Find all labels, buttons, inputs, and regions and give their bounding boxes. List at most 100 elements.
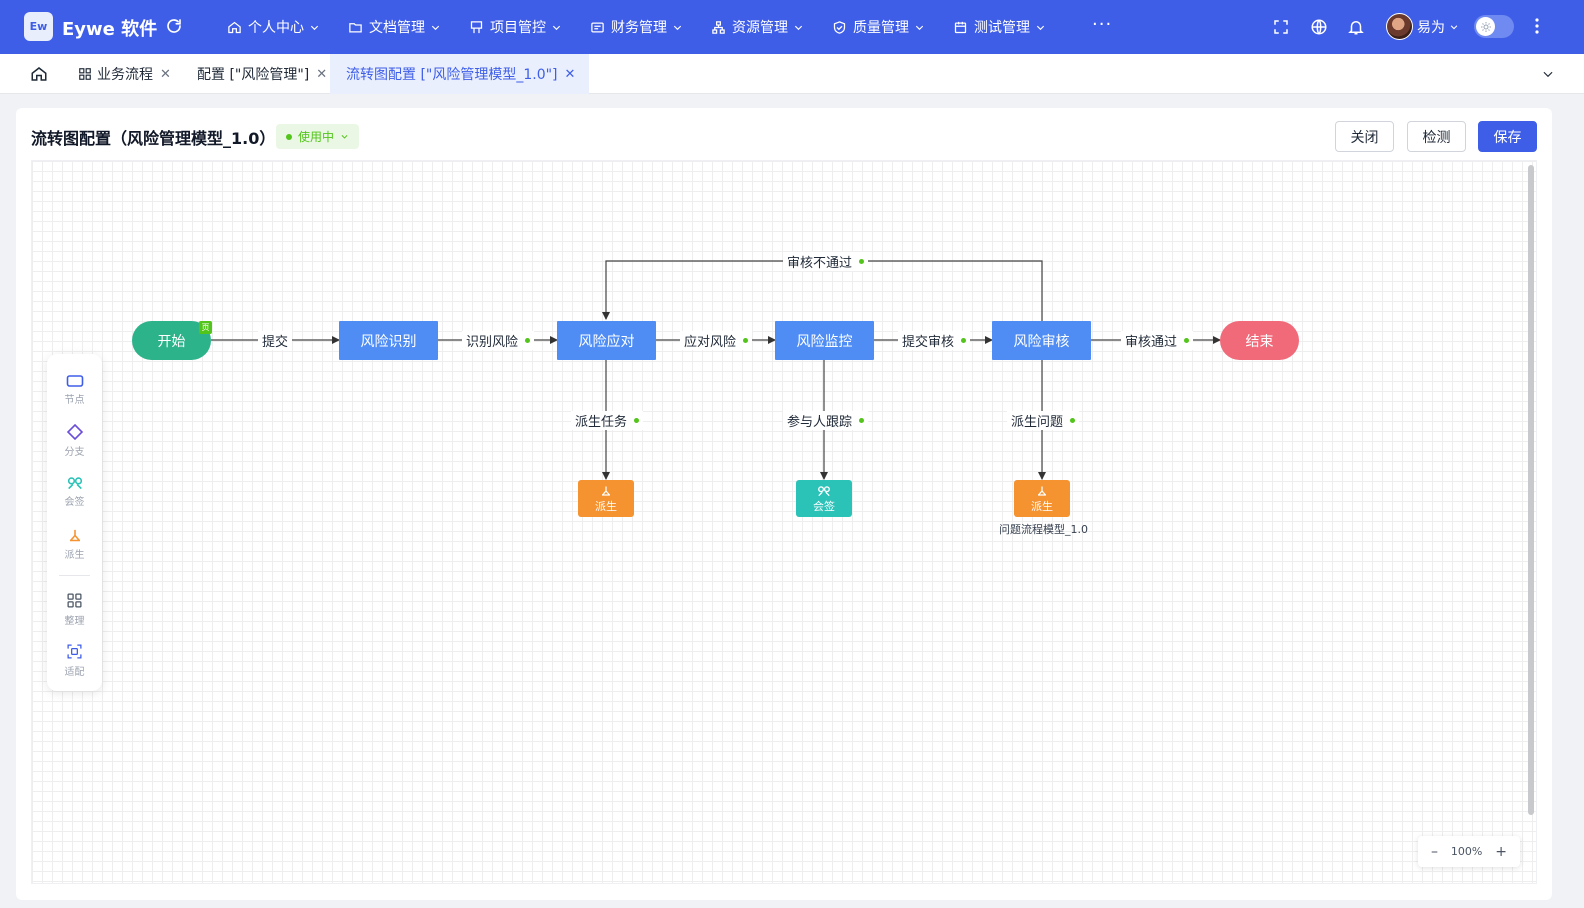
palette-fit[interactable]: 适配 <box>47 643 102 685</box>
node-rect-icon <box>66 375 83 387</box>
menu-label: 财务管理 <box>611 20 667 36</box>
more-menu-button[interactable]: ··· <box>1092 14 1112 35</box>
derive-icon <box>69 529 80 542</box>
menu-finance[interactable]: 财务管理 <box>590 0 683 54</box>
zoom-in-button[interactable]: + <box>1495 844 1507 860</box>
flow-node-countersign[interactable]: 会签 <box>796 480 852 517</box>
edge-label[interactable]: 应对风险 <box>680 331 753 350</box>
tab-risk-config[interactable]: 配置 ["风险管理"] ✕ <box>189 54 335 94</box>
diamond-icon <box>66 424 83 440</box>
countersign-icon <box>67 477 82 490</box>
close-icon[interactable]: ✕ <box>160 67 171 82</box>
app-logo[interactable]: Ew <box>24 12 53 41</box>
edge-label[interactable]: 审核通过 <box>1121 331 1194 350</box>
chevron-down-icon <box>1451 25 1458 30</box>
page-title: 流转图配置（风险管理模型_1.0） <box>31 129 276 148</box>
edge-label-text: 参与人跟踪 <box>787 415 853 430</box>
close-icon[interactable]: ✕ <box>565 67 576 82</box>
status-dot <box>286 133 292 140</box>
status-dot <box>859 259 865 264</box>
kebab-menu-icon[interactable] <box>1532 17 1542 35</box>
palette-arrange[interactable]: 整理 <box>47 592 102 634</box>
edge-label[interactable]: 派生任务 <box>571 411 644 430</box>
fit-view-icon <box>67 644 82 659</box>
fullscreen-icon[interactable] <box>1272 18 1290 36</box>
menu-quality[interactable]: 质量管理 <box>832 0 925 54</box>
menu-project[interactable]: 项目管控 <box>469 0 562 54</box>
edge-label[interactable]: 参与人跟踪 <box>783 411 869 430</box>
menu-label: 项目管控 <box>490 20 546 36</box>
close-icon[interactable]: ✕ <box>316 67 327 82</box>
save-button[interactable]: 保存 <box>1478 121 1537 152</box>
derive-icon <box>600 483 612 498</box>
node-label: 风险审核 <box>1013 333 1070 350</box>
flow-node-risk-identify[interactable]: 风险识别 <box>339 321 438 360</box>
user-name: 易为 <box>1417 20 1445 36</box>
flow-canvas[interactable]: 开始 页 风险识别 风险应对 风险监控 风险审核 结束 提交 识别风险 应对风险… <box>31 160 1537 884</box>
zoom-control: – 100% + <box>1418 836 1520 867</box>
menu-document[interactable]: 文档管理 <box>348 0 441 54</box>
theme-toggle[interactable] <box>1474 15 1514 38</box>
chevron-down-icon <box>915 25 924 30</box>
status-badge[interactable]: 使用中 <box>276 124 360 149</box>
status-dot <box>743 338 749 343</box>
chevron-down-icon[interactable] <box>1541 67 1555 81</box>
home-tab-icon[interactable] <box>30 65 48 83</box>
tab-business-process[interactable]: 业务流程 ✕ <box>70 54 179 94</box>
top-navbar: Ew Eywe 软件 个人中心 文档管理 项目管控 财务管理 资源管理 质量管理… <box>0 0 1584 54</box>
calendar-icon <box>954 21 967 33</box>
flow-node-start[interactable]: 开始 页 <box>132 321 212 360</box>
chevron-down-icon <box>341 135 348 139</box>
edge-label[interactable]: 审核不通过 <box>783 252 869 271</box>
edge-label-text: 提交审核 <box>902 335 955 350</box>
tab-label: 业务流程 <box>97 67 153 83</box>
status-text: 使用中 <box>298 130 335 144</box>
menu-label: 个人中心 <box>248 20 304 36</box>
node-label: 会签 <box>813 500 835 513</box>
node-label: 风险识别 <box>360 333 417 350</box>
chevron-down-icon <box>1036 25 1045 30</box>
palette-node[interactable]: 节点 <box>47 374 102 416</box>
edge-label[interactable]: 派生问题 <box>1007 411 1080 430</box>
refresh-icon[interactable] <box>165 17 183 35</box>
menu-testing[interactable]: 测试管理 <box>953 0 1046 54</box>
palette-countersign[interactable]: 会签 <box>47 476 102 518</box>
flow-node-derive-issue[interactable]: 派生 <box>1014 480 1070 517</box>
status-dot <box>634 418 640 423</box>
palette-branch[interactable]: 分支 <box>47 424 102 466</box>
edge-label[interactable]: 提交审核 <box>898 331 971 350</box>
palette-label: 派生 <box>64 550 85 561</box>
close-button[interactable]: 关闭 <box>1335 121 1394 152</box>
palette-derive[interactable]: 派生 <box>47 528 102 570</box>
flow-node-end[interactable]: 结束 <box>1220 321 1299 360</box>
palette-label: 整理 <box>64 616 85 627</box>
palette-divider <box>59 575 90 576</box>
menu-resource[interactable]: 资源管理 <box>711 0 804 54</box>
page-tag: 页 <box>199 321 212 334</box>
bell-icon[interactable] <box>1347 18 1365 36</box>
edge-label[interactable]: 提交 <box>258 331 293 350</box>
check-button[interactable]: 检测 <box>1407 121 1466 152</box>
flow-node-risk-review[interactable]: 风险审核 <box>992 321 1091 360</box>
derive-target-caption: 问题流程模型_1.0 <box>999 523 1088 536</box>
node-label: 结束 <box>1245 333 1274 350</box>
edge-label[interactable]: 识别风险 <box>462 331 535 350</box>
globe-icon[interactable] <box>1310 18 1328 36</box>
flow-config-card: 流转图配置（风险管理模型_1.0） 使用中 关闭 检测 保存 开始 页 风险识别… <box>16 108 1552 900</box>
menu-label: 质量管理 <box>853 20 909 36</box>
flow-node-risk-monitor[interactable]: 风险监控 <box>775 321 874 360</box>
flow-node-derive-task[interactable]: 派生 <box>578 480 634 517</box>
tab-flow-config[interactable]: 流转图配置 ["风险管理模型_1.0"] ✕ <box>330 54 590 94</box>
edge-label-text: 派生问题 <box>1011 415 1064 430</box>
status-dot <box>961 338 967 343</box>
flow-node-risk-respond[interactable]: 风险应对 <box>557 321 656 360</box>
shield-icon <box>833 20 846 34</box>
user-menu[interactable]: 易为 <box>1417 17 1459 37</box>
user-avatar[interactable] <box>1386 13 1413 40</box>
tab-bar: 业务流程 ✕ 配置 ["风险管理"] ✕ 流转图配置 ["风险管理模型_1.0"… <box>0 54 1584 94</box>
menu-personal-center[interactable]: 个人中心 <box>227 0 320 54</box>
folder-icon <box>349 22 362 32</box>
node-label: 开始 <box>157 333 186 350</box>
edge-label-text: 提交 <box>262 335 289 350</box>
zoom-out-button[interactable]: – <box>1431 844 1438 860</box>
